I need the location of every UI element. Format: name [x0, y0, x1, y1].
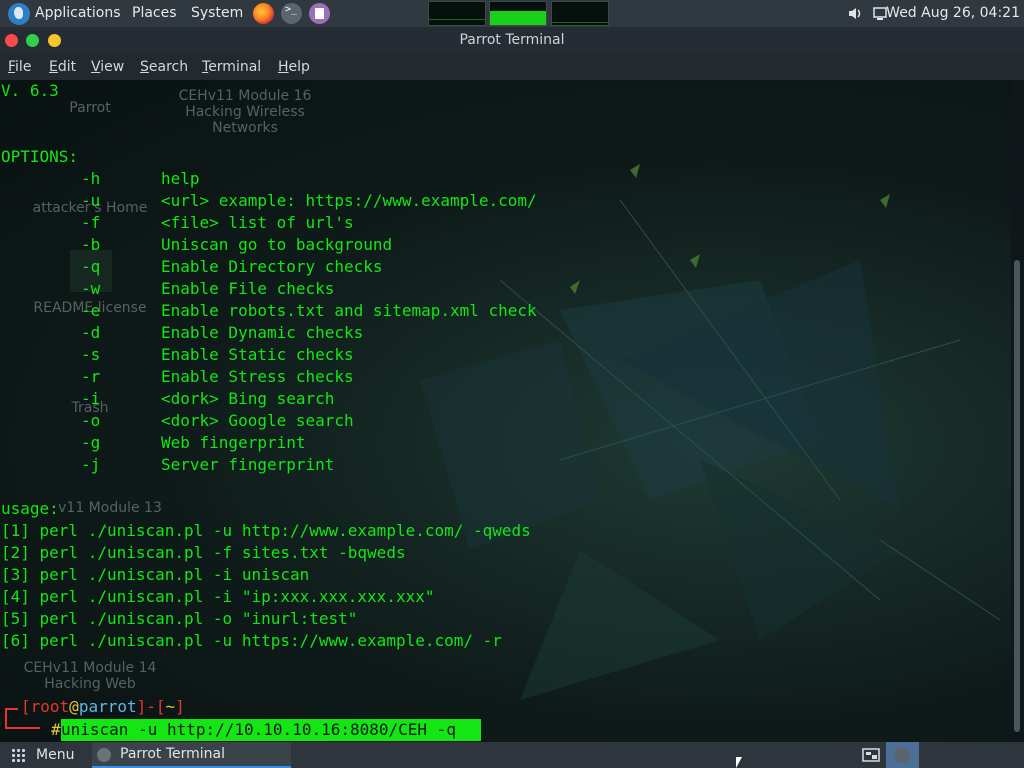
desktop-label-module14: CEHv11 Module 14 Hacking Web [23, 660, 157, 692]
option-flag: -g [81, 433, 101, 452]
clock[interactable]: Wed Aug 26, 04:21 [886, 0, 1020, 27]
option-flag: -b [81, 235, 101, 254]
option-desc: Enable Static checks [161, 345, 354, 364]
option-flag: -o [81, 411, 101, 430]
prompt-path: ~ [165, 697, 176, 716]
bottom-panel: Menu Parrot Terminal [0, 742, 1024, 768]
places-menu[interactable]: Places [132, 0, 177, 27]
option-desc: Web fingerprint [161, 433, 306, 452]
firefox-icon[interactable] [253, 3, 274, 24]
prompt-close: ] [175, 697, 185, 716]
option-flag: -u [81, 191, 101, 210]
system-menu[interactable]: System [191, 0, 243, 27]
prompt-corner [5, 708, 18, 729]
option-flag: -i [81, 389, 101, 408]
taskbar-item-label: Parrot Terminal [120, 746, 226, 762]
menu-button[interactable]: Menu [0, 742, 88, 768]
desktop-label-parrot: Parrot [69, 100, 111, 116]
shell-prompt: [root@parrot]-[~] [21, 696, 185, 718]
option-desc: Enable Directory checks [161, 257, 383, 276]
text-editor-icon[interactable] [309, 3, 330, 24]
option-desc: Enable File checks [161, 279, 335, 298]
desktop-label-module16: CEHv11 Module 16 Hacking Wireless Networ… [178, 88, 312, 136]
version-line: V. 6.3 [1, 81, 59, 100]
memory-monitor[interactable] [489, 1, 547, 26]
usage-header: usage: [1, 499, 59, 518]
command-input[interactable]: uniscan -u http://10.10.10.16:8080/CEH -… [61, 719, 481, 741]
terminal-icon [894, 747, 910, 763]
app-grid-icon [11, 748, 26, 763]
volume-icon[interactable] [848, 7, 862, 20]
window-titlebar[interactable]: Parrot Terminal [0, 27, 1024, 54]
option-flag: -j [81, 455, 101, 474]
option-flag: -f [81, 213, 101, 232]
prompt-sep: ]-[ [136, 697, 166, 716]
window-title: Parrot Terminal [459, 32, 565, 48]
option-flag: -s [81, 345, 101, 364]
workspace-switcher-icon[interactable] [862, 746, 880, 764]
option-desc: help [161, 169, 200, 188]
prompt-open: [ [21, 697, 31, 716]
option-desc: Uniscan go to background [161, 235, 393, 254]
applications-menu[interactable]: Applications [35, 0, 121, 27]
prompt-at: @ [69, 697, 79, 716]
option-flag: -w [81, 279, 101, 298]
terminal-menubar: File Edit View Search Terminal Help [0, 54, 1024, 80]
prompt-arrow [18, 727, 40, 729]
network-monitor[interactable] [551, 1, 609, 26]
option-flag: -h [81, 169, 101, 188]
usage-line: [2] perl ./uniscan.pl -f sites.txt -bqwe… [1, 543, 406, 562]
terminal-icon [97, 748, 111, 762]
option-desc: Enable Stress checks [161, 367, 354, 386]
option-desc: Server fingerprint [161, 455, 335, 474]
parrot-logo-icon[interactable] [8, 3, 30, 25]
option-flag: -d [81, 323, 101, 342]
option-desc: <dork> Bing search [161, 389, 335, 408]
usage-line: [1] perl ./uniscan.pl -u http://www.exam… [1, 521, 531, 540]
menu-file[interactable]: File [8, 54, 31, 80]
taskbar-item-parrot-terminal[interactable]: Parrot Terminal [92, 742, 291, 768]
usage-line: [4] perl ./uniscan.pl -i "ip:xxx.xxx.xxx… [1, 587, 435, 606]
option-desc: Enable robots.txt and sitemap.xml check [161, 301, 537, 320]
top-panel: Applications Places System Wed Aug 26, 0… [0, 0, 1024, 27]
menu-help[interactable]: Help [278, 54, 310, 80]
option-flag: -q [81, 257, 101, 276]
prompt-user: root [30, 697, 70, 716]
prompt-hash: # [51, 720, 61, 739]
menu-label: Menu [36, 747, 75, 763]
menu-view[interactable]: View [91, 54, 124, 80]
prompt-host: parrot [78, 697, 137, 716]
option-desc: <url> example: https://www.example.com/ [161, 191, 537, 210]
option-flag: -e [81, 301, 101, 320]
terminal-scrollbar[interactable] [1011, 80, 1024, 742]
usage-line: [3] perl ./uniscan.pl -i uniscan [1, 565, 310, 584]
option-desc: Enable Dynamic checks [161, 323, 364, 342]
menu-search[interactable]: Search [140, 54, 188, 80]
menu-terminal[interactable]: Terminal [202, 54, 261, 80]
option-desc: <dork> Google search [161, 411, 354, 430]
cpu-monitor[interactable] [428, 1, 486, 26]
option-desc: <file> list of url's [161, 213, 354, 232]
display-icon[interactable] [873, 7, 887, 20]
option-flag: -r [81, 367, 101, 386]
mouse-cursor-icon [736, 757, 742, 768]
terminal-icon[interactable] [281, 3, 302, 24]
scrollbar-thumb[interactable] [1014, 260, 1020, 732]
menu-edit[interactable]: Edit [49, 54, 76, 80]
usage-line: [6] perl ./uniscan.pl -u https://www.exa… [1, 631, 502, 650]
workspace-active[interactable] [886, 742, 919, 768]
usage-line: [5] perl ./uniscan.pl -o "inurl:test" [1, 609, 358, 628]
terminal-output[interactable]: Parrot CEHv11 Module 16 Hacking Wireless… [0, 80, 1024, 742]
options-header: OPTIONS: [1, 147, 79, 166]
